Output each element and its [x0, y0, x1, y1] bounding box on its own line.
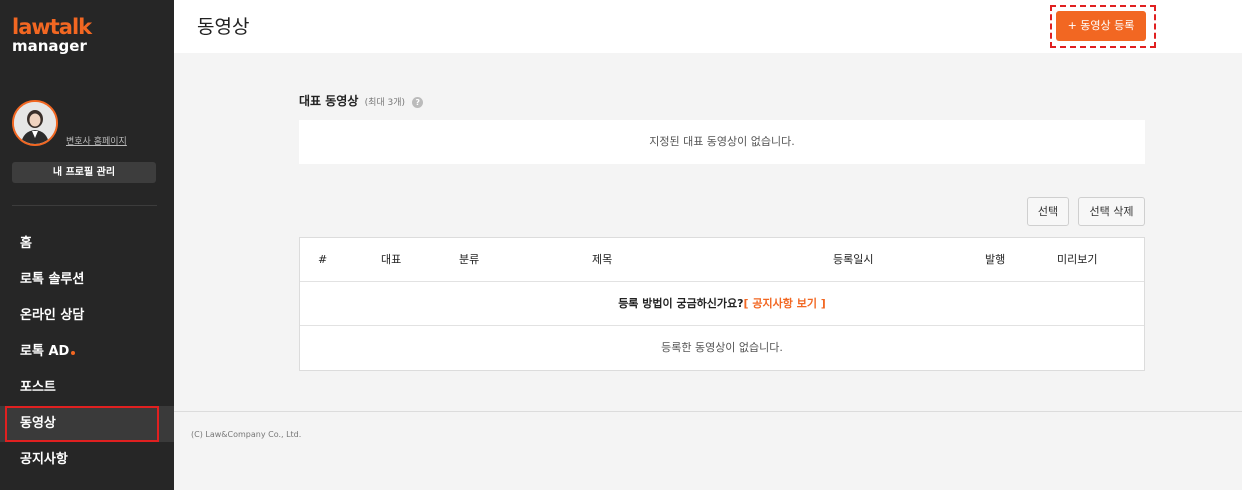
sidebar-item-home[interactable]: 홈: [0, 226, 174, 262]
sidebar-item-video[interactable]: 동영상: [0, 406, 174, 442]
page-title: 동영상: [197, 16, 250, 38]
sidebar-item-label: 공지사항: [20, 452, 68, 467]
sidebar-item-lawtalk-ad[interactable]: 로톡 AD: [0, 334, 174, 370]
sidebar-item-lawtalk-solution[interactable]: 로톡 솔루션: [0, 262, 174, 298]
help-icon[interactable]: ?: [412, 97, 424, 108]
sidebar-nav: 홈 로톡 솔루션 온라인 상담 로톡 AD 포스트 동영상 공지사항: [0, 226, 174, 478]
sidebar-item-online-consultation[interactable]: 온라인 상담: [0, 298, 174, 334]
sidebar-item-label: 온라인 상담: [20, 308, 85, 323]
footer-divider: [174, 411, 1242, 412]
sidebar-item-label: 포스트: [20, 380, 56, 395]
header: 동영상 + 동영상 등록: [174, 0, 1242, 53]
sidebar-item-label: 로톡 솔루션: [20, 272, 85, 287]
new-dot-icon: [71, 351, 76, 355]
representative-empty-text: 지정된 대표 동영상이 없습니다.: [649, 135, 795, 148]
notice-question: 등록 방법이 궁금하신가요?: [618, 297, 744, 310]
sidebar-item-notice[interactable]: 공지사항: [0, 442, 174, 478]
delete-selected-button[interactable]: 선택 삭제: [1078, 197, 1145, 226]
select-button[interactable]: 선택: [1027, 197, 1069, 226]
sidebar-item-label: 홈: [20, 236, 32, 251]
table-empty-text: 등록한 동영상이 없습니다.: [661, 341, 783, 354]
sidebar-item-label: 로톡 AD: [20, 344, 70, 359]
video-table: # 대표 분류 제목 등록일시 발행 미리보기 등록 방법이 궁금하신가요?[ …: [299, 237, 1145, 371]
column-header-category: 분류: [459, 253, 480, 266]
lawtalk-manager-logo[interactable]: lawtalk manager: [12, 15, 92, 55]
representative-section-title: 대표 동영상 (최대 3개) ?: [299, 92, 424, 109]
notice-link[interactable]: [ 공지사항 보기 ]: [744, 297, 826, 310]
notice-row: 등록 방법이 궁금하신가요?[ 공지사항 보기 ]: [300, 282, 1144, 326]
lawyer-homepage-link[interactable]: 변호사 홈페이지: [66, 134, 127, 147]
sidebar-item-post[interactable]: 포스트: [0, 370, 174, 406]
avatar[interactable]: [12, 100, 58, 146]
column-header-preview: 미리보기: [1057, 253, 1098, 266]
register-video-button[interactable]: + 동영상 등록: [1056, 11, 1146, 41]
sidebar-divider: [12, 205, 157, 206]
my-profile-button[interactable]: 내 프로필 관리: [12, 162, 156, 183]
column-header-representative: 대표: [381, 253, 402, 266]
column-header-publish: 발행: [985, 253, 1006, 266]
logo-lawtalk: lawtalk: [12, 15, 92, 39]
column-header-date: 등록일시: [833, 253, 874, 266]
column-header-title: 제목: [592, 253, 613, 266]
representative-empty-box: 지정된 대표 동영상이 없습니다.: [299, 120, 1145, 164]
column-header-number: #: [318, 253, 328, 266]
representative-title: 대표 동영상: [299, 94, 359, 108]
logo-manager: manager: [12, 37, 87, 55]
table-header: # 대표 분류 제목 등록일시 발행 미리보기: [300, 238, 1144, 282]
sidebar-item-label: 동영상: [20, 416, 56, 431]
sidebar: lawtalk manager 변호사 홈페이지 내 프로필 관리 홈 로톡 솔…: [0, 0, 174, 490]
table-empty-row: 등록한 동영상이 없습니다.: [300, 326, 1144, 370]
representative-subtitle: (최대 3개): [364, 98, 406, 108]
footer-copyright: (C) Law&Company Co., Ltd.: [191, 430, 302, 439]
register-button-highlight: + 동영상 등록: [1050, 5, 1156, 48]
